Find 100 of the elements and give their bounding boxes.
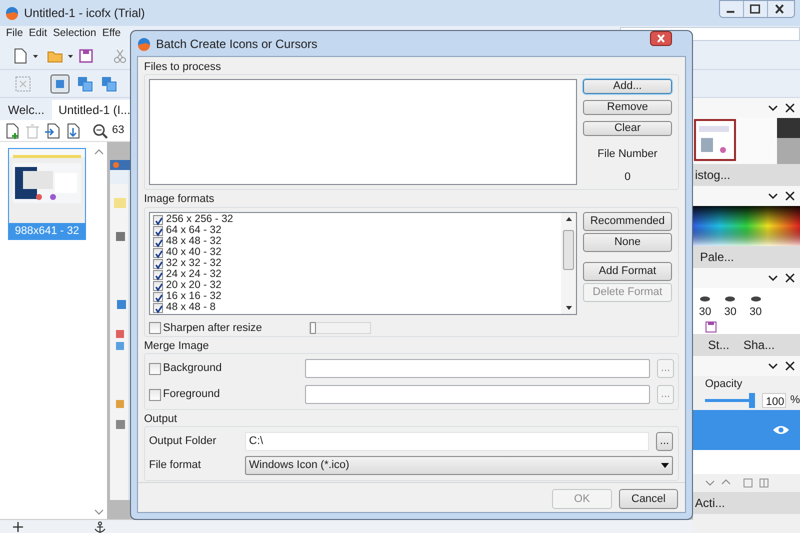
window-title: Untitled-1 - icofx (Trial) (24, 5, 145, 22)
brush-size[interactable]: 30 (724, 304, 736, 320)
brush-size[interactable]: 30 (750, 304, 762, 320)
checkbox[interactable] (149, 388, 161, 400)
format-label: 16 x 16 - 32 (166, 291, 222, 302)
button[interactable]: Add Format (583, 262, 672, 281)
close-icon[interactable] (784, 360, 796, 372)
format-label: 48 x 48 - 8 (166, 302, 216, 313)
caret-icon[interactable] (32, 52, 39, 58)
checkbox[interactable] (153, 292, 163, 302)
view-mode-icon[interactable] (76, 74, 94, 92)
checkbox[interactable] (153, 280, 163, 290)
menu-item[interactable]: Effe (102, 26, 121, 42)
scroll-up-icon[interactable] (564, 216, 572, 222)
new-document-icon[interactable] (12, 48, 28, 64)
checkbox[interactable] (153, 236, 163, 246)
checkbox-label: Foreground (163, 387, 221, 402)
panel-tab[interactable]: St... (708, 336, 730, 354)
percent-label: % (790, 392, 800, 408)
save-icon[interactable] (705, 321, 717, 333)
view-mode-icon[interactable] (50, 74, 70, 94)
close-icon[interactable] (784, 190, 796, 202)
file-number-label: File Number (596, 147, 658, 162)
close-icon[interactable] (784, 102, 796, 114)
button[interactable]: Add... (583, 79, 672, 94)
checkbox[interactable] (153, 302, 163, 312)
slider-track[interactable] (705, 392, 754, 408)
app-logo-icon (5, 6, 19, 20)
add-page-icon[interactable] (4, 122, 20, 138)
group-title: Image formats (144, 193, 216, 206)
scrollbar[interactable] (561, 213, 576, 314)
file-list[interactable] (149, 79, 577, 185)
input-field[interactable] (305, 385, 650, 404)
group-title: Merge Image (144, 340, 210, 353)
app-logo-icon (137, 36, 151, 50)
format-list[interactable]: 256 x 256 - 32 64 x 64 - 32 48 x 48 - 32 40 x 40 - 32 32 x 32 - 32 24 x 24 - 32 20 x 20 - 32 16 x 16 - 32 48 x 48 - 8 (149, 212, 577, 315)
chevron-down-icon[interactable] (767, 273, 779, 283)
close-icon[interactable] (784, 272, 796, 284)
format-label: 20 x 20 - 32 (166, 280, 222, 291)
add-icon[interactable] (12, 520, 24, 532)
checkbox[interactable] (153, 248, 163, 258)
chevron-down-icon[interactable] (767, 361, 779, 371)
input-field[interactable]: C:\ (245, 432, 649, 451)
button[interactable]: None (583, 233, 672, 252)
zoom-out-icon[interactable] (92, 122, 108, 138)
dropdown[interactable]: Windows Icon (*.ico) (245, 456, 673, 475)
format-label: 40 x 40 - 32 (166, 247, 222, 258)
slider-track[interactable] (309, 322, 371, 334)
button[interactable]: Cancel (619, 489, 678, 509)
brush-icon (699, 294, 712, 304)
opacity-field[interactable]: 100 (762, 392, 786, 408)
format-label: 24 x 24 - 32 (166, 269, 222, 280)
checkbox[interactable] (153, 258, 163, 268)
layer-list[interactable] (693, 410, 800, 474)
button[interactable]: Recommended (583, 212, 672, 231)
arrow-down-icon[interactable] (705, 478, 715, 488)
field-label: Output Folder (149, 434, 218, 450)
slider-thumb[interactable] (310, 322, 316, 334)
group-title: Output (144, 413, 178, 426)
opacity-label: Opacity (704, 377, 744, 390)
brush-icon (750, 294, 762, 304)
thumbnail-caption: 988x641 - 32 (9, 223, 85, 239)
scroll-down-icon[interactable] (564, 305, 572, 311)
import-icon[interactable] (44, 122, 60, 138)
button[interactable]: Remove (583, 100, 672, 115)
menu-item[interactable]: Edit (28, 26, 48, 42)
format-label: 64 x 64 - 32 (166, 225, 222, 236)
format-label: 32 x 32 - 32 (166, 258, 222, 269)
checkbox[interactable] (153, 226, 163, 236)
chevron-down-icon[interactable] (767, 103, 779, 113)
checkbox[interactable] (153, 214, 163, 224)
caret-icon[interactable] (67, 52, 74, 58)
file-number: 0 (623, 170, 632, 184)
panel-tab[interactable]: Sha... (743, 336, 775, 354)
checkbox[interactable] (149, 322, 161, 334)
menu-item[interactable]: File (6, 26, 23, 42)
chevron-down-icon[interactable] (767, 191, 779, 201)
brush-icon (724, 294, 736, 304)
anchor-icon[interactable] (94, 520, 106, 532)
eye-icon[interactable] (772, 423, 790, 437)
checkbox-label: Sharpen after resize (163, 321, 264, 336)
checkbox[interactable] (153, 270, 163, 280)
field-label: File format (149, 458, 202, 474)
zoom-value: 63 (112, 123, 124, 138)
button[interactable]: ... (656, 432, 673, 451)
scroll-thumb[interactable] (563, 230, 574, 270)
input-field[interactable] (305, 359, 650, 378)
menu-item[interactable]: Selection (53, 26, 96, 42)
format-label: 256 x 256 - 32 (166, 214, 234, 225)
dialog-title: Batch Create Icons or Cursors (156, 36, 318, 52)
format-label: 48 x 48 - 32 (166, 236, 222, 247)
save-icon[interactable] (78, 48, 94, 64)
brush-size[interactable]: 30 (699, 304, 712, 320)
close-icon[interactable] (650, 31, 672, 46)
slider-thumb[interactable] (748, 392, 755, 408)
checkbox-label: Background (163, 361, 223, 376)
view-mode-icon[interactable] (100, 74, 118, 92)
button[interactable]: Clear (583, 121, 672, 136)
group-title: Files to process (144, 61, 222, 74)
checkbox[interactable] (149, 362, 161, 374)
